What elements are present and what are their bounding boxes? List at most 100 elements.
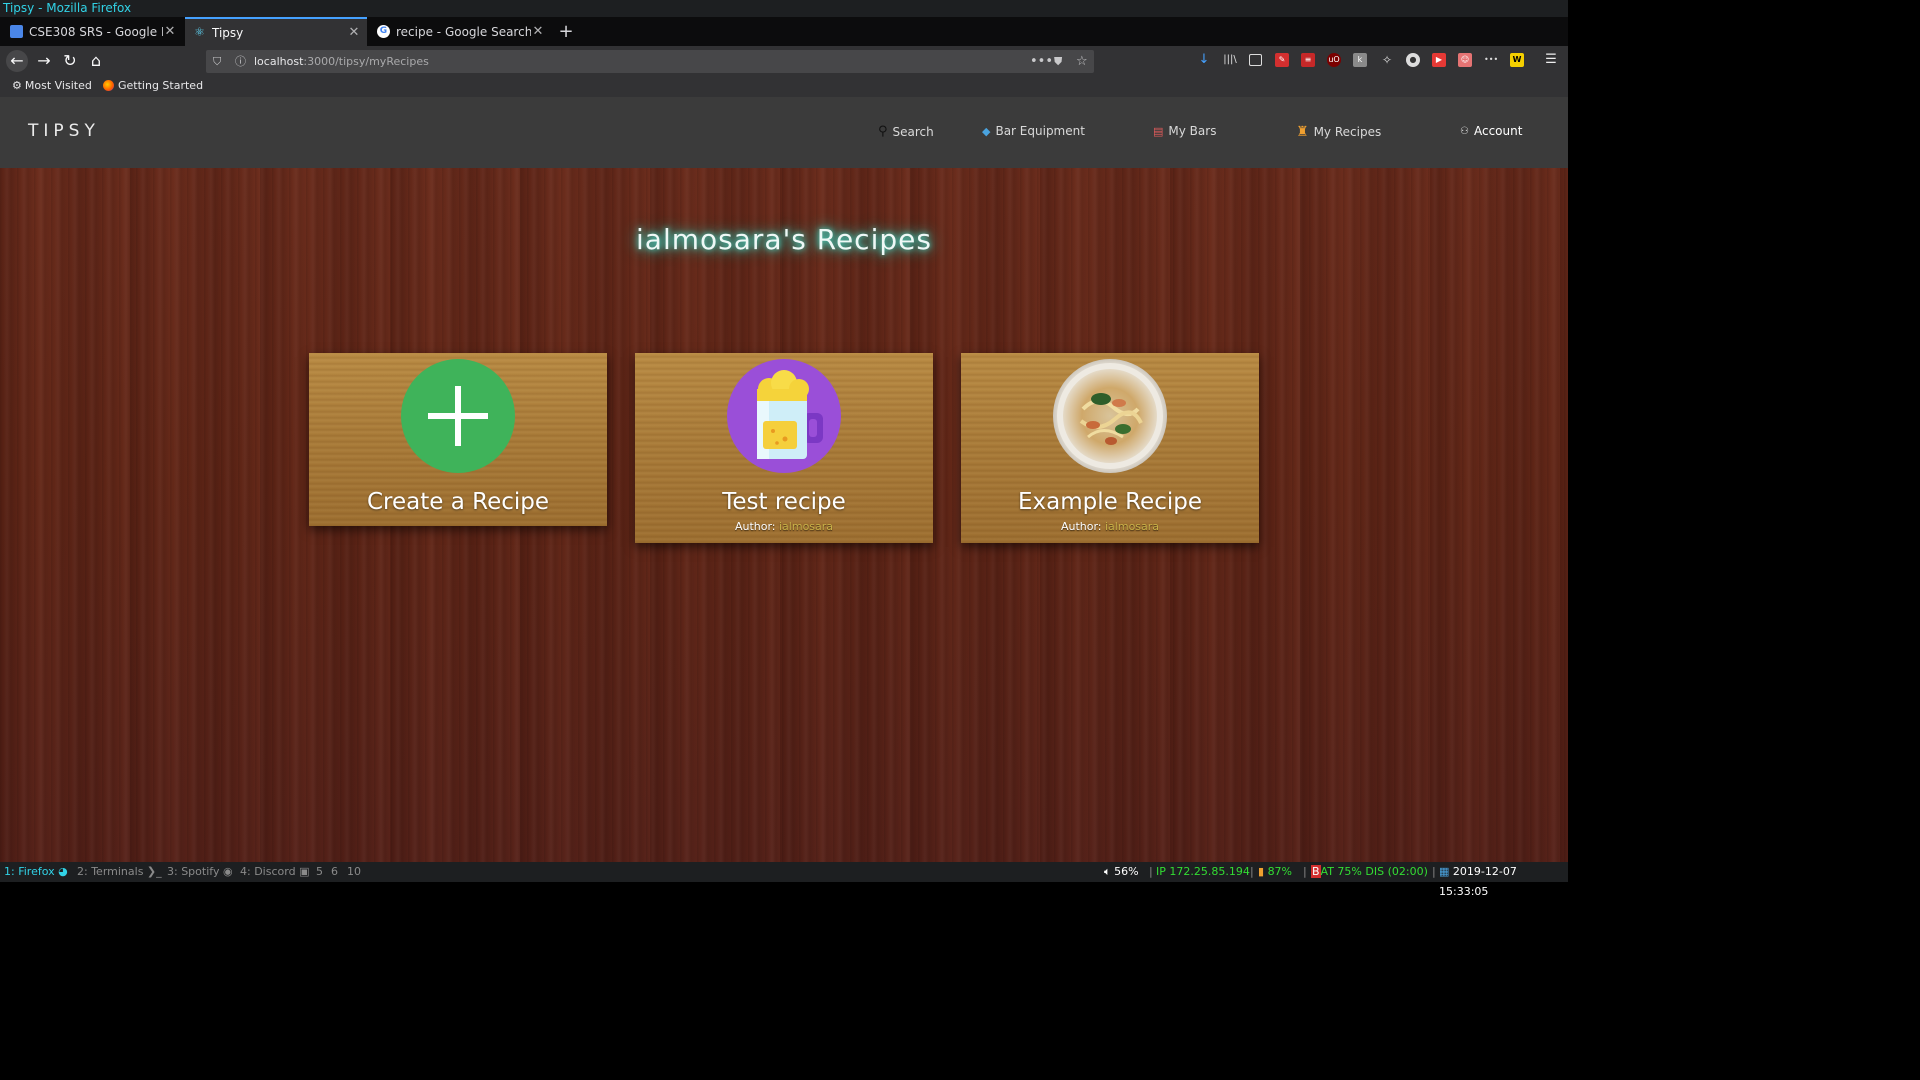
separator: |: [1303, 865, 1307, 878]
nav-label: Search: [892, 124, 934, 139]
terminal-icon: ❯_: [146, 865, 162, 878]
tab-google-doc[interactable]: CSE308 SRS - Google Doc ✕: [2, 17, 183, 46]
separator: |: [1149, 865, 1153, 878]
card-author: Author: ialmosara: [734, 520, 834, 533]
spotify-icon: ◉: [222, 865, 233, 878]
calendar-icon: ▦: [1439, 865, 1450, 878]
volume-status: 🔈︎ 56%: [1104, 865, 1139, 878]
workspace-4[interactable]: 4: Discord ▣: [240, 862, 309, 882]
bookmark-getting-started[interactable]: Getting Started: [103, 79, 203, 92]
nav-label: Bar Equipment: [995, 124, 1085, 138]
info-icon[interactable]: ⓘ: [235, 50, 246, 73]
clock: ▦ 2019-12-07 15:33:05: [1439, 865, 1517, 898]
nav-toolbar: ← → ↻ ⌂ ⛉ ⓘ localhost:3000/tipsy/myRecip…: [0, 46, 1568, 77]
author-link[interactable]: ialmosara: [1105, 520, 1159, 533]
card-title: Create a Recipe: [366, 489, 550, 515]
extension-grey-icon[interactable]: k: [1353, 53, 1367, 67]
workspace-10[interactable]: 10: [347, 862, 361, 882]
extension-w-icon[interactable]: W: [1510, 53, 1524, 67]
new-tab-button[interactable]: +: [556, 17, 576, 46]
page-content: TIPSY ⚲ Search ◆ Bar Equipment ▤ My Bars…: [0, 97, 1568, 862]
account-icon: ⚇: [1460, 125, 1469, 137]
plus-icon: [401, 359, 515, 473]
bar-icon: ▤: [1153, 124, 1164, 138]
extension-robot-icon[interactable]: ☺: [1458, 53, 1472, 67]
pasta-dish-image: [1053, 359, 1167, 473]
system-status-bar: 1: Firefox ◕ 2: Terminals ❯_ 3: Spotify …: [0, 862, 1568, 898]
menu-icon[interactable]: ☰: [1544, 53, 1558, 67]
workspace-5[interactable]: 5: [316, 862, 323, 882]
bookmarks-toolbar: ⚙ Most Visited Getting Started: [0, 77, 1568, 98]
nav-account[interactable]: ⚇ Account: [1460, 124, 1522, 138]
site-header: TIPSY ⚲ Search ◆ Bar Equipment ▤ My Bars…: [0, 97, 1568, 168]
tab-strip: CSE308 SRS - Google Doc ✕ ⚛ Tipsy ✕ G re…: [0, 17, 1568, 46]
beer-mug-icon: [727, 359, 841, 473]
gear-icon: ⚙: [12, 79, 22, 92]
separator: |: [1250, 865, 1254, 878]
tab-title: recipe - Google Search: [396, 24, 531, 39]
google-docs-icon: [10, 25, 23, 38]
shield-icon[interactable]: ⛉: [213, 50, 221, 73]
close-icon[interactable]: ✕: [531, 24, 545, 39]
search-icon: ⚲: [878, 124, 888, 139]
extension-red-pen-icon[interactable]: ✎: [1275, 53, 1289, 67]
battery-icon: B: [1311, 865, 1321, 878]
author-link[interactable]: ialmosara: [779, 520, 833, 533]
extension-dots-icon[interactable]: •••: [1484, 53, 1498, 67]
bottle-icon: ♜: [1296, 124, 1309, 140]
workspace-3[interactable]: 3: Spotify ◉: [167, 862, 233, 882]
url-bar[interactable]: ⛉ ⓘ localhost:3000/tipsy/myRecipes ••• ⛊…: [206, 50, 1094, 73]
close-icon[interactable]: ✕: [163, 24, 177, 39]
tab-tipsy[interactable]: ⚛ Tipsy ✕: [185, 17, 367, 46]
bookmark-label: Getting Started: [118, 79, 204, 92]
nav-label: Account: [1473, 124, 1523, 138]
recipe-card[interactable]: Test recipe Author: ialmosara: [635, 353, 933, 543]
bar-equipment-icon: ◆: [982, 124, 991, 138]
extension-todoist-icon[interactable]: ≡: [1301, 53, 1315, 67]
bookmark-most-visited[interactable]: ⚙ Most Visited: [12, 79, 92, 92]
extension-bird-icon[interactable]: ✧: [1380, 53, 1394, 67]
wifi-icon: ▮: [1258, 865, 1265, 878]
close-icon[interactable]: ✕: [347, 25, 361, 40]
url-text[interactable]: localhost:3000/tipsy/myRecipes: [254, 50, 429, 73]
star-icon[interactable]: ☆: [1076, 50, 1088, 73]
workspace-1[interactable]: 1: Firefox ◕: [4, 862, 68, 882]
page-title: ialmosara's Recipes: [636, 223, 932, 256]
discord-icon: ▣: [299, 865, 310, 878]
extension-youtube-icon[interactable]: ▶: [1432, 53, 1446, 67]
workspace-2[interactable]: 2: Terminals ❯_: [77, 862, 162, 882]
wifi-status: ▮ 87%: [1258, 865, 1293, 878]
reload-button[interactable]: ↻: [59, 50, 81, 72]
nav-bar-equipment[interactable]: ◆ Bar Equipment: [982, 124, 1085, 138]
ip-status: IP 172.25.85.194: [1156, 865, 1250, 878]
downloads-icon[interactable]: ↓: [1197, 53, 1211, 67]
more-actions-icon[interactable]: •••: [1030, 50, 1053, 73]
nav-search[interactable]: ⚲ Search: [878, 124, 934, 139]
ublock-icon[interactable]: uO: [1327, 53, 1341, 67]
google-icon: G: [377, 25, 390, 38]
pocket-icon[interactable]: ⛊: [1054, 50, 1062, 73]
card-title: Example Recipe: [1018, 489, 1202, 515]
extension-account-icon[interactable]: ●: [1406, 53, 1420, 67]
card-title: Test recipe: [722, 489, 846, 515]
workspace-6[interactable]: 6: [331, 862, 338, 882]
forward-button[interactable]: →: [33, 50, 55, 72]
site-logo[interactable]: TIPSY: [28, 121, 100, 141]
home-button[interactable]: ⌂: [85, 50, 107, 72]
window-title: Tipsy - Mozilla Firefox: [0, 0, 1568, 17]
nav-label: My Bars: [1168, 124, 1217, 138]
nav-label: My Recipes: [1313, 125, 1382, 139]
sidebar-icon[interactable]: [1249, 54, 1262, 66]
create-recipe-card[interactable]: Create a Recipe: [309, 353, 607, 526]
battery-status: BAT 75% DIS (02:00): [1311, 865, 1428, 878]
library-icon[interactable]: |||\: [1223, 53, 1237, 67]
separator: |: [1432, 865, 1436, 878]
tab-title: Tipsy: [212, 25, 244, 40]
tab-google-search[interactable]: G recipe - Google Search ✕: [369, 17, 551, 46]
nav-my-recipes[interactable]: ♜ My Recipes: [1296, 124, 1381, 140]
recipe-card[interactable]: Example Recipe Author: ialmosara: [961, 353, 1259, 543]
react-icon: ⚛: [194, 25, 205, 39]
bookmark-label: Most Visited: [24, 79, 92, 92]
back-button[interactable]: ←: [6, 50, 28, 72]
nav-my-bars[interactable]: ▤ My Bars: [1153, 124, 1216, 138]
